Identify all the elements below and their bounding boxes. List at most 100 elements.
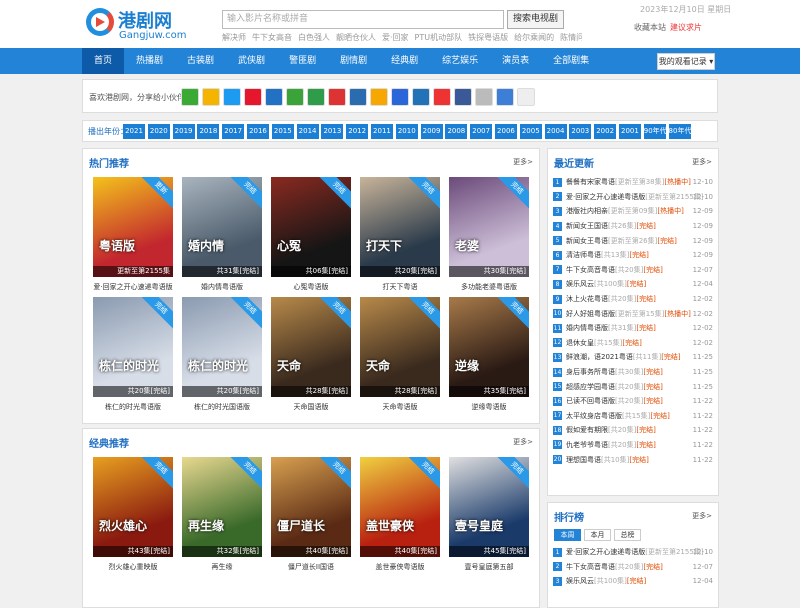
video-title[interactable]: 天命国语版 [267, 402, 355, 412]
plus-icon[interactable] [496, 88, 514, 106]
facebook-icon[interactable] [454, 88, 472, 106]
item-title[interactable]: 新闻女王粤语 [566, 236, 608, 246]
video-title[interactable]: 壹号皇庭第五部 [445, 562, 533, 572]
qq-icon[interactable] [223, 88, 241, 106]
video-poster[interactable]: 打天下 完结 共20集[完结] [360, 177, 440, 277]
video-title[interactable]: 烈火雄心重映版 [89, 562, 177, 572]
year-2011[interactable]: 2011 [370, 124, 393, 139]
year-2005[interactable]: 2005 [519, 124, 542, 139]
item-title[interactable]: 退休女皇 [566, 338, 594, 348]
list-item[interactable]: 15 超感应学园粤语 [共20集] [完结] 11-25 [553, 379, 713, 394]
item-title[interactable]: 好人好姐粤语版 [566, 309, 615, 319]
renmin-icon[interactable] [328, 88, 346, 106]
video-title[interactable]: 逆缘粤语版 [445, 402, 533, 412]
year-80年代[interactable]: 80年代 [668, 124, 691, 139]
nav-item[interactable]: 全部剧集 [541, 48, 601, 74]
list-item[interactable]: 3 娱乐风云 [共100集] [完结] 12-04 [553, 574, 713, 589]
baidu-icon[interactable] [391, 88, 409, 106]
year-2013[interactable]: 2013 [321, 124, 344, 139]
item-title[interactable]: 新闻女王国语 [566, 221, 608, 231]
video-poster[interactable]: 心冤 完结 共06集[完结] [271, 177, 351, 277]
year-2006[interactable]: 2006 [494, 124, 517, 139]
list-item[interactable]: 4 新闻女王国语 [共26集] [完结] 12-09 [553, 219, 713, 234]
hot-keyword[interactable]: 白色强人 [298, 33, 330, 42]
item-title[interactable]: 已读不回粤语版 [566, 396, 615, 406]
item-title[interactable]: 清洁师粤语 [566, 250, 601, 260]
video-poster[interactable]: 再生缘 完结 共32集[完结] [182, 457, 262, 557]
list-item[interactable]: 2 牛下女高音粤语 [共20集] [完结] 12-07 [553, 560, 713, 575]
list-item[interactable]: 2 爱·回家之开心速递粤语版 [更新至第2155集] 12-10 [553, 190, 713, 205]
year-2015[interactable]: 2015 [271, 124, 294, 139]
site-logo[interactable]: 港剧网 Gangjuw.com [86, 6, 196, 41]
year-2001[interactable]: 2001 [618, 124, 641, 139]
hot-keyword[interactable]: 解决师 [222, 33, 246, 42]
qzone-icon[interactable] [202, 88, 220, 106]
list-item[interactable]: 9 沐上火花粤语 [共20集] [完结] 12-02 [553, 292, 713, 307]
ranking-more-link[interactable]: 更多> [692, 511, 712, 521]
year-2019[interactable]: 2019 [172, 124, 195, 139]
search-input[interactable]: 输入影片名称或拼音 [222, 10, 504, 29]
video-poster[interactable]: 婚内情 完结 共31集[完结] [182, 177, 262, 277]
list-item[interactable]: 17 太平纹身店粤语版 [共15集] [完结] 11-22 [553, 409, 713, 424]
nav-item[interactable]: 热播剧 [124, 48, 175, 74]
video-poster[interactable]: 粤语版 更新 更新至第2155集 [93, 177, 173, 277]
item-title[interactable]: 身后事务所粤语 [566, 367, 615, 377]
tab-1[interactable]: 本月 [584, 529, 611, 541]
anchor-icon[interactable] [412, 88, 430, 106]
list-item[interactable]: 16 已读不回粤语版 [共20集] [完结] 11-22 [553, 394, 713, 409]
item-title[interactable]: 餐餐有宋家粤语 [566, 177, 615, 187]
year-2021[interactable]: 2021 [123, 124, 145, 139]
weibo-icon[interactable] [244, 88, 262, 106]
video-poster[interactable]: 烈火雄心 完结 共43集[完结] [93, 457, 173, 557]
item-title[interactable]: 爱·回家之开心速递粤语版 [566, 192, 645, 202]
list-item[interactable]: 18 假如爱有期限 [共20集] [完结] 11-22 [553, 423, 713, 438]
year-2017[interactable]: 2017 [222, 124, 245, 139]
video-poster[interactable]: 天命 完结 共28集[完结] [271, 297, 351, 397]
request-link[interactable]: 建议求片 [670, 23, 702, 32]
video-title[interactable]: 心冤粤语版 [267, 282, 355, 292]
hot-keyword[interactable]: 牛下女高音 [252, 33, 292, 42]
list-item[interactable]: 3 港版社内相亲 [更新至第09集] [热播中] 12-09 [553, 204, 713, 219]
list-item[interactable]: 7 牛下女高音粤语 [共20集] [完结] 12-07 [553, 263, 713, 278]
blank-icon[interactable] [517, 88, 535, 106]
item-title[interactable]: 娱乐风云 [566, 279, 594, 289]
nav-item[interactable]: 剧情剧 [328, 48, 379, 74]
video-title[interactable]: 爱·回家之开心速递粤语版 [89, 282, 177, 292]
hot-more-link[interactable]: 更多> [513, 157, 533, 167]
douban-icon[interactable] [307, 88, 325, 106]
video-poster[interactable]: 逆缘 完结 共35集[完结] [449, 297, 529, 397]
item-title[interactable]: 鲜浪潮，语2021粤语 [566, 352, 633, 362]
hot-keyword[interactable]: 给尔乘闻的 [514, 33, 554, 42]
video-poster[interactable]: 僵尸道长 完结 共40集[完结] [271, 457, 351, 557]
year-2018[interactable]: 2018 [197, 124, 220, 139]
video-poster[interactable]: 天命 完结 共28集[完结] [360, 297, 440, 397]
year-90年代[interactable]: 90年代 [643, 124, 667, 139]
item-title[interactable]: 超感应学园粤语 [566, 382, 615, 392]
year-2012[interactable]: 2012 [346, 124, 369, 139]
year-2014[interactable]: 2014 [296, 124, 319, 139]
copy-icon[interactable] [475, 88, 493, 106]
year-2009[interactable]: 2009 [420, 124, 443, 139]
video-title[interactable]: 盖世豪侠粤语版 [356, 562, 444, 572]
item-title[interactable]: 沐上火花粤语 [566, 294, 608, 304]
video-title[interactable]: 婚内情粤语版 [178, 282, 266, 292]
tieba-icon[interactable] [349, 88, 367, 106]
hot-keyword[interactable]: 靓晒仓伙人 [336, 33, 376, 42]
item-title[interactable]: 假如爱有期限 [566, 425, 608, 435]
video-poster[interactable]: 栋仁的时光 完结 共20集[完结] [93, 297, 173, 397]
list-item[interactable]: 14 身后事务所粤语 [共30集] [完结] 11-25 [553, 365, 713, 380]
nav-item[interactable]: 首页 [82, 48, 125, 74]
video-poster[interactable]: 栋仁的时光 完结 共20集[完结] [182, 297, 262, 397]
hot-keyword[interactable]: 铁探粤语版 [468, 33, 508, 42]
classic-more-link[interactable]: 更多> [513, 437, 533, 447]
tab-2[interactable]: 总榜 [614, 529, 641, 541]
item-title[interactable]: 太平纹身店粤语版 [566, 411, 622, 421]
wechat-icon[interactable] [181, 88, 199, 106]
nav-item[interactable]: 演员表 [490, 48, 541, 74]
sohu-icon[interactable] [370, 88, 388, 106]
list-item[interactable]: 13 鲜浪潮，语2021粤语 [共11集] [完结] 11-25 [553, 350, 713, 365]
item-title[interactable]: 娱乐风云 [566, 576, 594, 586]
list-item[interactable]: 1 爱·回家之开心速递粤语版 [更新至第2155集] 12-10 [553, 545, 713, 560]
video-poster[interactable]: 壹号皇庭 完结 共45集[完结] [449, 457, 529, 557]
list-item[interactable]: 8 娱乐风云 [共100集] [完结] 12-04 [553, 277, 713, 292]
